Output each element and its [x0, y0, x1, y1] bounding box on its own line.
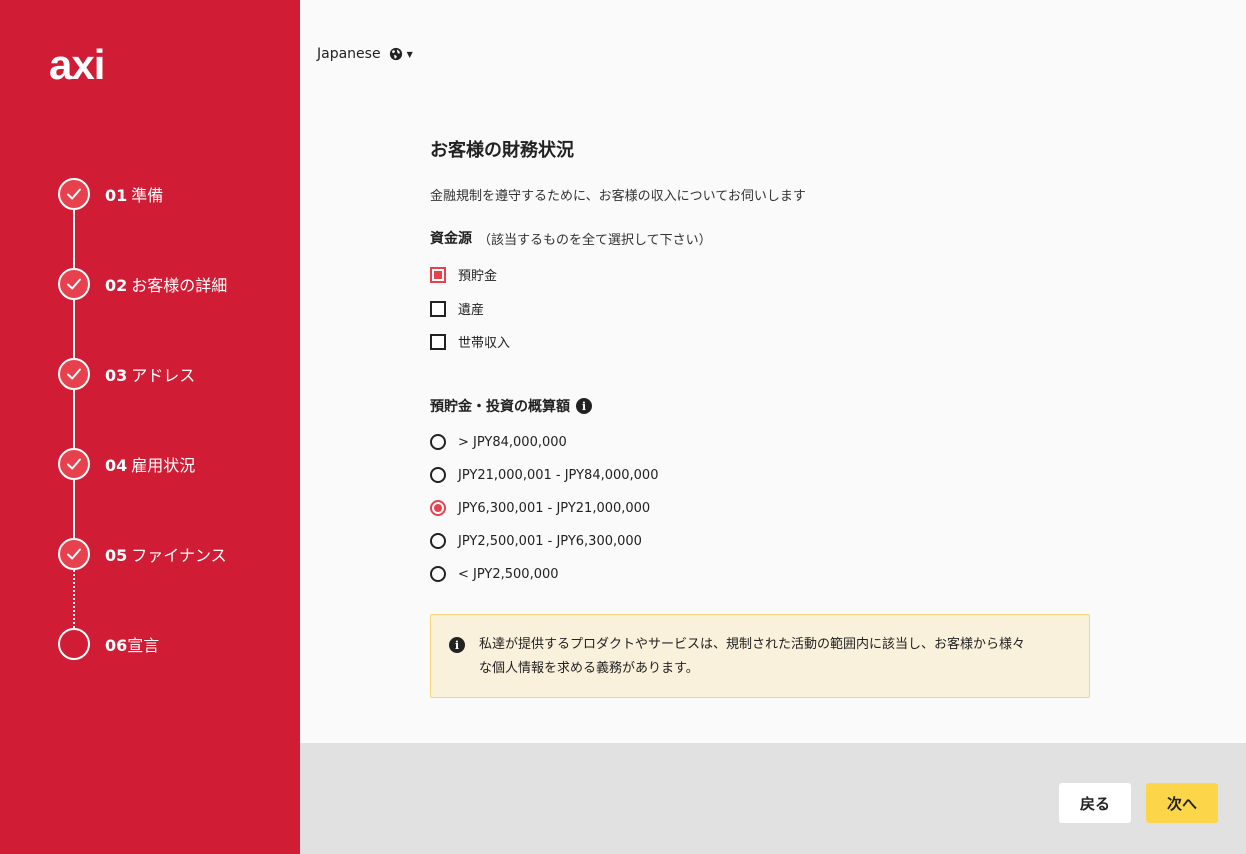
radio-option[interactable]: JPY2,500,001 - JPY6,300,000 [430, 533, 642, 549]
step-6: 06宣言 [58, 628, 159, 660]
info-icon: i [449, 637, 465, 653]
radio-option[interactable]: < JPY2,500,000 [430, 566, 559, 582]
check-icon [58, 538, 90, 570]
radio-option[interactable]: JPY6,300,001 - JPY21,000,000 [430, 500, 650, 516]
info-notice: i 私達が提供するプロダクトやサービスは、規制された活動の範囲内に該当し、お客様… [430, 614, 1090, 698]
step-connector-pending [73, 570, 75, 628]
check-icon [58, 448, 90, 480]
step-label: 02 お客様の詳細 [105, 276, 228, 295]
chevron-down-icon: ▼ [406, 49, 413, 59]
step-connector [73, 390, 75, 448]
checkbox-household-income[interactable]: 世帯収入 [430, 332, 510, 351]
check-icon [58, 358, 90, 390]
step-label: 05 ファイナンス [105, 546, 227, 565]
check-icon [58, 268, 90, 300]
checkbox[interactable] [430, 266, 446, 283]
globe-icon [389, 47, 402, 61]
radio-option[interactable]: > JPY84,000,000 [430, 434, 567, 450]
radio-button[interactable] [430, 467, 446, 483]
step-2[interactable]: 02 お客様の詳細 [58, 268, 227, 300]
radio-button[interactable] [430, 500, 446, 516]
sidebar: axi 01 準備 02 お客様の詳細 03 アドレス 04 雇用状況 05 フ… [0, 0, 300, 854]
next-button[interactable]: 次へ [1146, 783, 1218, 823]
page-subtitle: 金融規制を遵守するために、お客様の収入についてお伺いします [430, 189, 806, 204]
back-button[interactable]: 戻る [1059, 783, 1131, 823]
language-selector[interactable]: Japanese ▼ [317, 46, 413, 62]
step-5[interactable]: 05 ファイナンス [58, 538, 227, 570]
step-connector [73, 480, 75, 538]
check-icon [58, 178, 90, 210]
step-4[interactable]: 04 雇用状況 [58, 448, 195, 480]
step-connector [73, 300, 75, 358]
step-label: 06宣言 [105, 636, 160, 655]
empty-circle-icon [58, 628, 90, 660]
page-title: お客様の財務状況 [430, 140, 574, 161]
checkbox-inheritance[interactable]: 遺産 [430, 299, 484, 318]
info-icon[interactable]: i [576, 398, 592, 414]
radio-button[interactable] [430, 533, 446, 549]
step-3[interactable]: 03 アドレス [58, 358, 195, 390]
step-label: 03 アドレス [105, 366, 196, 385]
checkbox[interactable] [430, 333, 446, 350]
checkbox-savings[interactable]: 預貯金 [430, 265, 497, 284]
radio-option[interactable]: JPY21,000,001 - JPY84,000,000 [430, 467, 658, 483]
footer-bar: 戻る 次へ [300, 743, 1246, 854]
step-label: 01 準備 [105, 186, 164, 205]
funds-source-note: （該当するものを全て選択して下さい） [478, 232, 712, 248]
radio-button[interactable] [430, 434, 446, 450]
savings-heading: 預貯金・投資の概算額 i [430, 396, 592, 416]
step-label: 04 雇用状況 [105, 456, 196, 475]
notice-text: 私達が提供するプロダクトやサービスは、規制された活動の範囲内に該当し、お客様から… [479, 637, 1026, 676]
language-label: Japanese [317, 46, 381, 62]
step-progress: 01 準備 02 お客様の詳細 03 アドレス 04 雇用状況 05 ファイナンス [0, 0, 300, 854]
radio-button[interactable] [430, 566, 446, 582]
checkbox[interactable] [430, 300, 446, 317]
step-1[interactable]: 01 準備 [58, 178, 163, 210]
funds-source-heading: 資金源 （該当するものを全て選択して下さい） [430, 228, 712, 248]
step-connector [73, 210, 75, 268]
